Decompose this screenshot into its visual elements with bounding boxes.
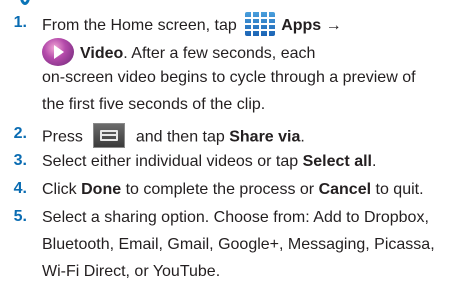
step-text: to complete the process or — [125, 181, 315, 198]
menu-icon — [93, 123, 126, 148]
step-text: Bluetooth, Email, Gmail, Google+, Messag… — [42, 236, 435, 253]
step-2-line: Press and then tap Share via. — [42, 123, 305, 150]
step-number: 1. — [13, 14, 27, 31]
step-text: and then tap — [135, 128, 225, 146]
done-label: Done — [81, 181, 122, 198]
step-1-line-3: on-screen video begins to cycle through … — [42, 68, 416, 88]
step-text: on-screen video begins to cycle through … — [42, 69, 416, 86]
step-text: Wi-Fi Direct, or YouTube. — [42, 263, 221, 280]
select-all-label: Select all — [302, 153, 372, 170]
apps-icon — [245, 12, 276, 36]
video-icon — [42, 38, 74, 66]
apps-label: Apps → — [281, 17, 342, 35]
step-number: 2. — [13, 125, 27, 142]
step-punctuation: . — [371, 153, 377, 170]
step-text: to quit. — [375, 181, 424, 198]
step-3-line: Select either individual videos or tap S… — [42, 152, 376, 172]
share-via-label: Share via — [229, 128, 301, 146]
instruction-page: 1. From the Home screen, tap Apps → Vide… — [0, 0, 472, 306]
step-text: . After a few seconds, each — [123, 45, 316, 63]
heading-fragment — [20, 0, 30, 5]
cropped-heading — [0, 0, 472, 6]
step-5-line-2: Bluetooth, Email, Gmail, Google+, Messag… — [42, 235, 435, 255]
step-number: 3. — [13, 152, 27, 169]
step-text: the first five seconds of the clip. — [42, 96, 266, 113]
step-1-line-2: Video. After a few seconds, each — [42, 38, 316, 68]
step-punctuation: . — [300, 128, 305, 146]
step-4-line: Click Done to complete the process or Ca… — [42, 180, 424, 200]
step-text: Press — [42, 128, 83, 146]
step-5-line-1: Select a sharing option. Choose from: Ad… — [42, 208, 429, 228]
step-number: 5. — [13, 208, 27, 225]
cancel-label: Cancel — [318, 181, 372, 198]
step-1-line-1: From the Home screen, tap Apps → — [42, 12, 342, 38]
step-text: From the Home screen, tap — [42, 17, 237, 35]
step-text: Select either individual videos or tap — [42, 153, 299, 170]
step-text: Select a sharing option. Choose from: Ad… — [42, 209, 429, 226]
step-text: Click — [42, 181, 77, 198]
step-1-line-4: the first five seconds of the clip. — [42, 95, 265, 115]
step-5-line-3: Wi-Fi Direct, or YouTube. — [42, 262, 220, 282]
step-number: 4. — [13, 180, 27, 197]
video-label: Video — [80, 45, 124, 63]
